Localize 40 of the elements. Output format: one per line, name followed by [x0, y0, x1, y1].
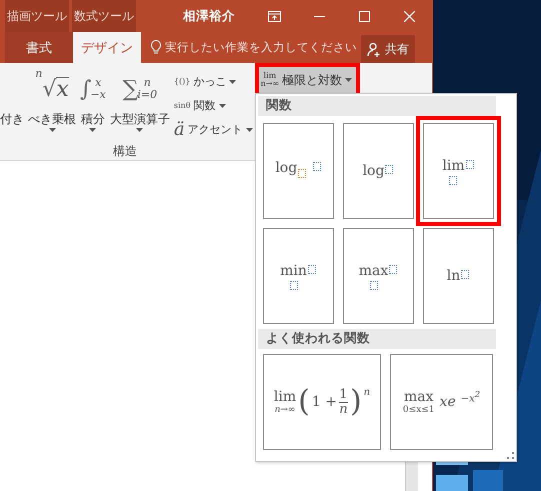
placeholder-icon [308, 264, 316, 274]
placeholder-icon [385, 165, 394, 174]
placeholder-icon [290, 280, 298, 290]
equation-tile[interactable]: lim [423, 123, 494, 219]
caret-icon [218, 104, 226, 108]
caret-icon [136, 128, 144, 132]
tell-me-field[interactable]: 実行したい作業を入力してください [165, 40, 357, 55]
resize-grip-icon [507, 452, 514, 459]
equation-tile[interactable]: ln [423, 228, 494, 324]
caret-icon [229, 80, 236, 84]
lightbulb-icon [151, 40, 161, 55]
equation-tile[interactable]: log [263, 123, 334, 219]
ribbon-tab[interactable]: デザイン [73, 32, 141, 63]
ribbon-tab[interactable]: 書式 [5, 32, 73, 63]
share-button[interactable]: 共有 [361, 35, 415, 63]
close-icon [404, 10, 416, 22]
placeholder-icon [370, 280, 378, 290]
context-tab[interactable]: 描画ツール [5, 0, 70, 32]
person-add-icon [367, 42, 382, 56]
placeholder-icon [389, 264, 398, 274]
section-header: 関数 [258, 96, 496, 116]
section-header: よく使われる関数 [258, 329, 496, 349]
caret-icon [48, 128, 56, 132]
placeholder-icon [461, 270, 470, 279]
maximize-icon [359, 10, 370, 22]
group-label: 構造 [112, 143, 138, 160]
ribbon-button[interactable]: sinθ 関数 [174, 95, 253, 116]
window-title: 相澤裕介 [183, 8, 236, 24]
caret-icon [89, 128, 96, 132]
ribbon-button[interactable]: ä アクセント [174, 119, 253, 140]
ribbon-button[interactable]: 付き [0, 63, 26, 128]
caret-icon [345, 78, 352, 82]
equation-tile[interactable]: max [343, 228, 414, 324]
equation-tile[interactable]: min [263, 228, 334, 324]
ribbon-button[interactable]: n √x べき乗根 [26, 63, 78, 132]
ribbon-button[interactable]: {()} かっこ [174, 71, 253, 92]
caret-icon [246, 128, 253, 132]
context-tab[interactable]: 数式ツール [72, 0, 136, 32]
ribbon-display-icon [268, 10, 282, 22]
equation-tile[interactable]: log [343, 123, 414, 219]
